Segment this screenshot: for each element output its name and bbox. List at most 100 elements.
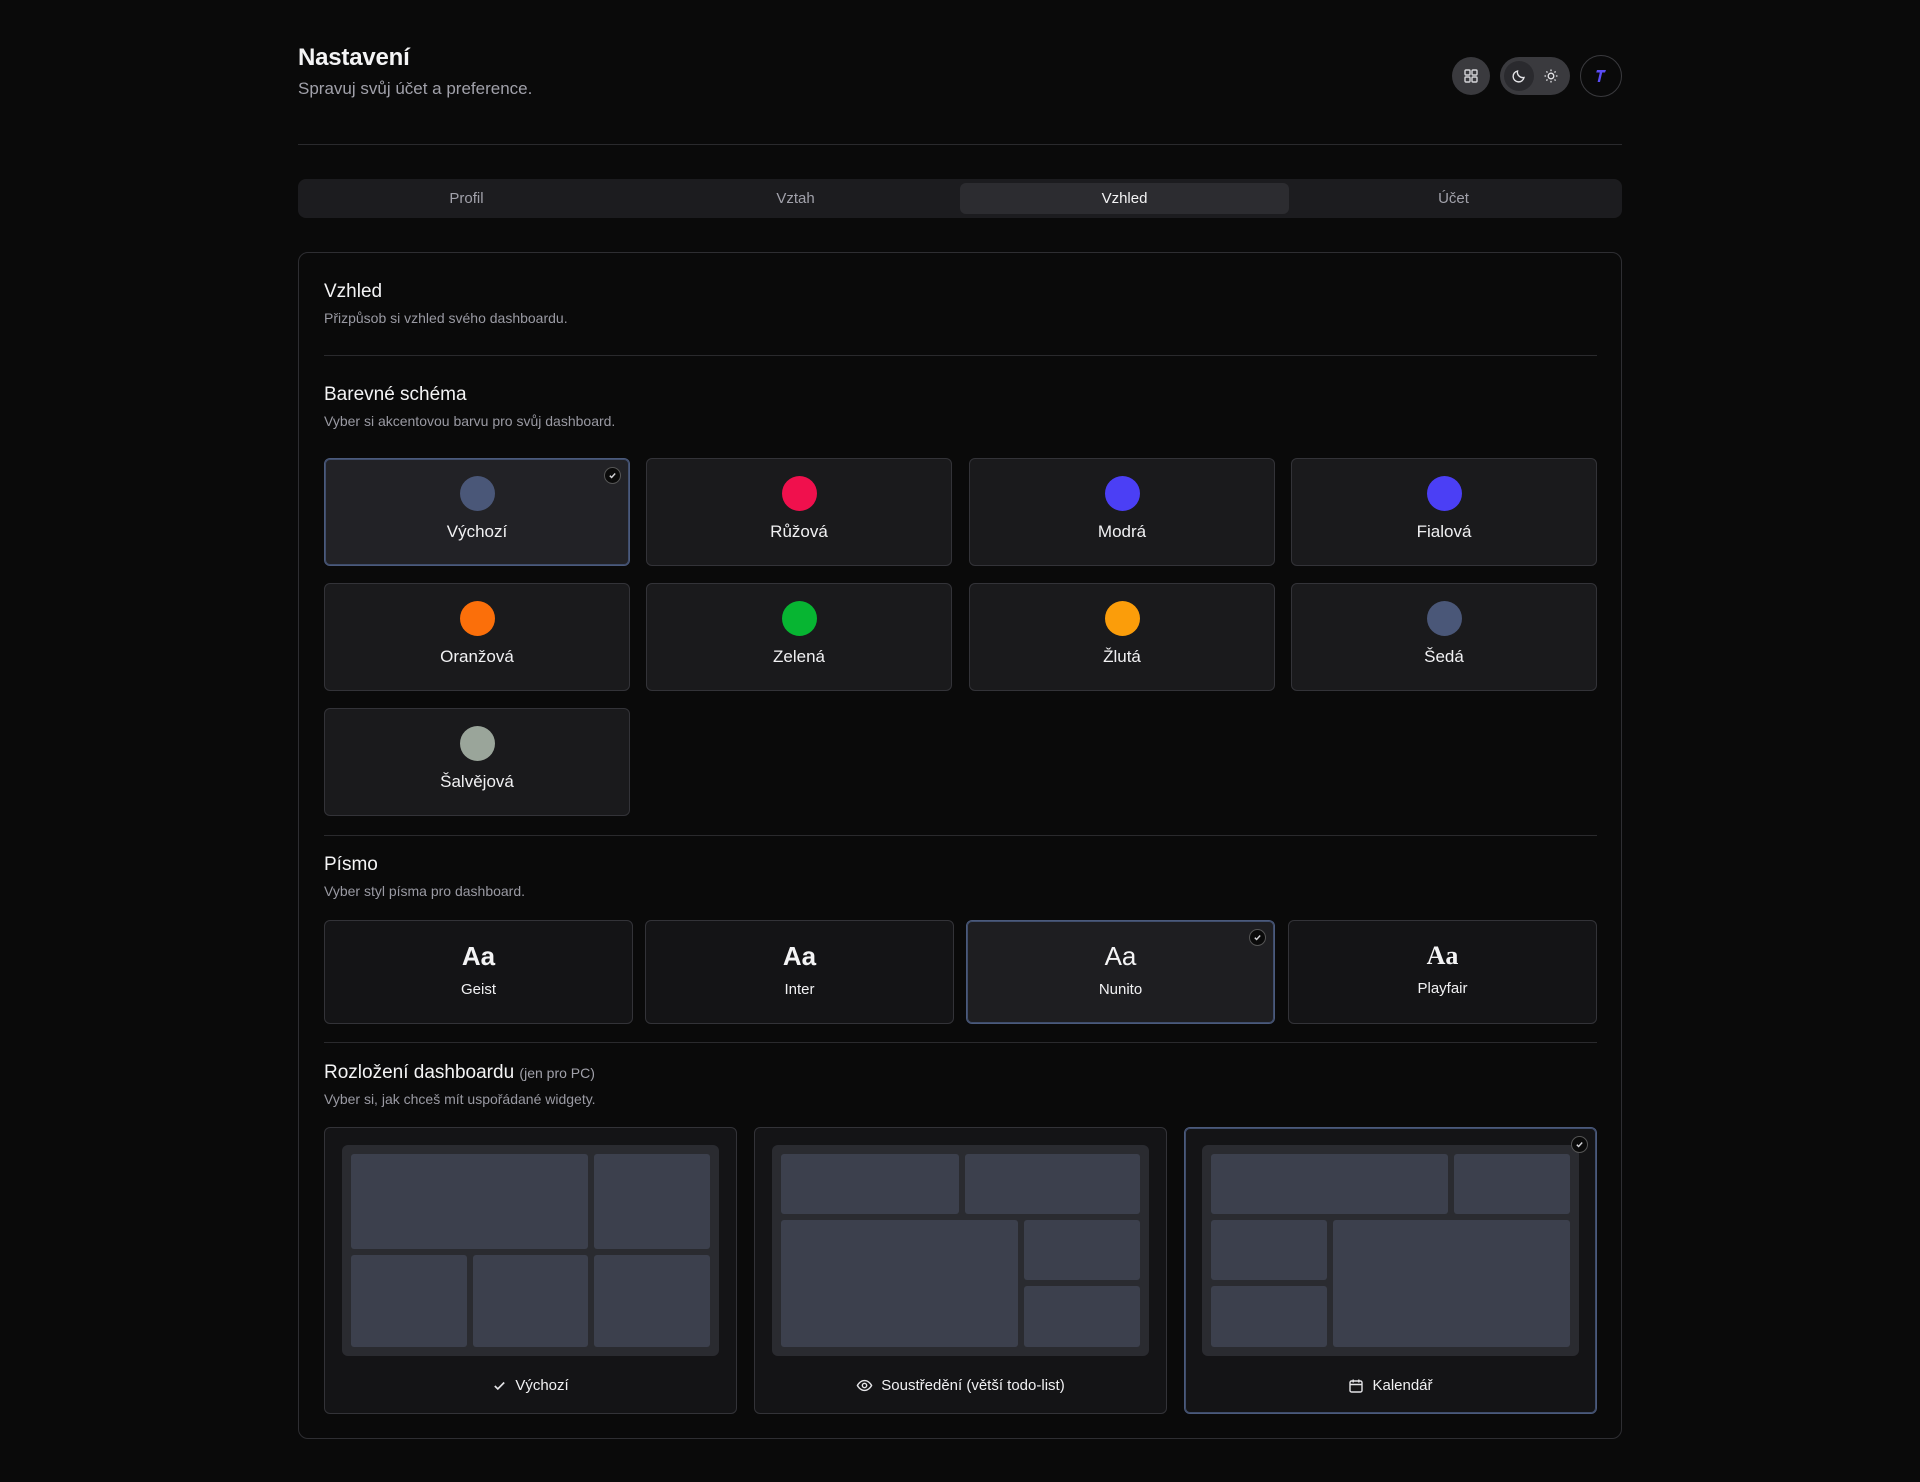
color-scheme-title: Barevné schéma xyxy=(324,384,467,405)
logo-icon xyxy=(1596,70,1606,82)
layout-title: Rozložení dashboardu (jen pro PC) xyxy=(324,1062,595,1084)
selected-check-icon xyxy=(1571,1136,1588,1153)
font-option-label: Nunito xyxy=(1098,981,1143,998)
layout-option-caption: Výchozí xyxy=(325,1377,736,1394)
layout-preview xyxy=(342,1145,719,1356)
widget-block xyxy=(1211,1286,1327,1347)
grid-icon xyxy=(1464,69,1478,83)
color-swatch xyxy=(1426,601,1462,636)
avatar[interactable] xyxy=(1580,55,1622,97)
widget-block xyxy=(965,1154,1140,1214)
color-option-green[interactable]: Zelená xyxy=(646,583,952,691)
tab-account[interactable]: Účet xyxy=(1289,183,1618,214)
font-option-playfair[interactable]: Aa Playfair xyxy=(1288,920,1597,1024)
layout-option-label: Výchozí xyxy=(515,1377,569,1394)
widget-block xyxy=(351,1154,588,1249)
widget-block xyxy=(1211,1220,1327,1280)
layout-option-default[interactable]: Výchozí xyxy=(324,1127,737,1414)
font-option-geist[interactable]: Aa Geist xyxy=(324,920,633,1024)
color-option-label: Šedá xyxy=(1424,647,1464,666)
color-swatch xyxy=(781,601,817,636)
appearance-card: Vzhled Přizpůsob si vzhled svého dashboa… xyxy=(298,252,1622,1439)
tab-profile[interactable]: Profil xyxy=(302,183,631,214)
widget-block xyxy=(781,1220,1018,1347)
layout-title-text: Rozložení dashboardu xyxy=(324,1062,515,1083)
color-option-label: Oranžová xyxy=(440,647,514,666)
font-description: Vyber styl písma pro dashboard. xyxy=(324,883,526,899)
color-option-label: Fialová xyxy=(1416,522,1472,541)
color-swatch xyxy=(1426,476,1462,511)
color-option-violet[interactable]: Fialová xyxy=(1291,458,1597,566)
widgets-button[interactable] xyxy=(1452,57,1490,95)
font-option-label: Geist xyxy=(460,981,496,998)
font-option-inter[interactable]: Aa Inter xyxy=(645,920,954,1024)
page-title: Nastavení xyxy=(298,44,410,71)
font-option-nunito[interactable]: Aa Nunito xyxy=(966,920,1275,1024)
color-swatch xyxy=(459,476,495,511)
theme-toggle[interactable] xyxy=(1500,57,1570,95)
divider xyxy=(324,355,1597,356)
widget-block xyxy=(473,1255,588,1347)
color-option-label: Šalvějová xyxy=(440,772,514,791)
font-option-label: Playfair xyxy=(1417,980,1468,997)
widget-block xyxy=(1333,1220,1570,1347)
color-swatch xyxy=(1104,601,1140,636)
layout-option-label: Soustředění (větší todo-list) xyxy=(881,1377,1065,1394)
color-swatch xyxy=(1104,476,1140,511)
eye-icon xyxy=(856,1379,873,1392)
color-option-sage[interactable]: Šalvějová xyxy=(324,708,630,816)
widget-block xyxy=(594,1154,710,1249)
layout-option-focus[interactable]: Soustředění (větší todo-list) xyxy=(754,1127,1167,1414)
tab-relationship[interactable]: Vztah xyxy=(631,183,960,214)
layout-title-note: (jen pro PC) xyxy=(519,1065,595,1081)
font-sample: Aa xyxy=(782,941,817,971)
font-option-label: Inter xyxy=(784,981,815,998)
color-option-label: Výchozí xyxy=(446,522,508,541)
tab-appearance[interactable]: Vzhled xyxy=(960,183,1289,214)
settings-page: Nastavení Spravuj svůj účet a preference… xyxy=(298,0,1622,1439)
color-swatch xyxy=(459,601,495,636)
check-icon xyxy=(494,1381,506,1391)
widget-block xyxy=(781,1154,959,1214)
appearance-title: Vzhled xyxy=(324,281,383,302)
divider xyxy=(324,835,1597,836)
color-option-pink[interactable]: Růžová xyxy=(646,458,952,566)
color-scheme-description: Vyber si akcentovou barvu pro svůj dashb… xyxy=(324,413,616,429)
color-option-yellow[interactable]: Žlutá xyxy=(969,583,1275,691)
widget-block xyxy=(1024,1286,1140,1347)
widget-block xyxy=(1454,1154,1570,1214)
widget-block xyxy=(1024,1220,1140,1280)
light-mode-button[interactable] xyxy=(1536,61,1566,91)
appearance-description: Přizpůsob si vzhled svého dashboardu. xyxy=(324,310,568,326)
layout-option-caption: Soustředění (větší todo-list) xyxy=(755,1377,1166,1394)
moon-icon xyxy=(1512,70,1525,83)
header-actions xyxy=(1452,55,1622,97)
widget-block xyxy=(351,1255,467,1347)
color-option-default[interactable]: Výchozí xyxy=(324,458,630,566)
dark-mode-button[interactable] xyxy=(1504,61,1534,91)
layout-option-label: Kalendář xyxy=(1372,1377,1433,1394)
font-sample: Aa xyxy=(461,941,496,971)
widget-block xyxy=(594,1255,710,1347)
calendar-icon xyxy=(1349,1379,1364,1393)
color-option-blue[interactable]: Modrá xyxy=(969,458,1275,566)
color-option-label: Modrá xyxy=(1097,522,1147,541)
layout-option-calendar[interactable]: Kalendář xyxy=(1184,1127,1597,1414)
divider xyxy=(324,1042,1597,1043)
color-option-gray[interactable]: Šedá xyxy=(1291,583,1597,691)
selected-check-icon xyxy=(604,467,621,484)
layout-description: Vyber si, jak chceš mít uspořádané widge… xyxy=(324,1091,596,1107)
font-sample: Aa xyxy=(1426,941,1459,970)
color-option-orange[interactable]: Oranžová xyxy=(324,583,630,691)
color-option-label: Zelená xyxy=(773,647,825,666)
color-option-label: Žlutá xyxy=(1103,647,1141,666)
color-option-label: Růžová xyxy=(770,522,828,541)
sun-icon xyxy=(1544,69,1558,83)
color-swatch xyxy=(459,726,495,761)
layout-option-caption: Kalendář xyxy=(1185,1377,1596,1394)
font-sample: Aa xyxy=(1104,941,1137,971)
color-swatch xyxy=(781,476,817,511)
layout-preview xyxy=(1202,1145,1579,1356)
font-title: Písmo xyxy=(324,854,378,875)
selected-check-icon xyxy=(1249,929,1266,946)
